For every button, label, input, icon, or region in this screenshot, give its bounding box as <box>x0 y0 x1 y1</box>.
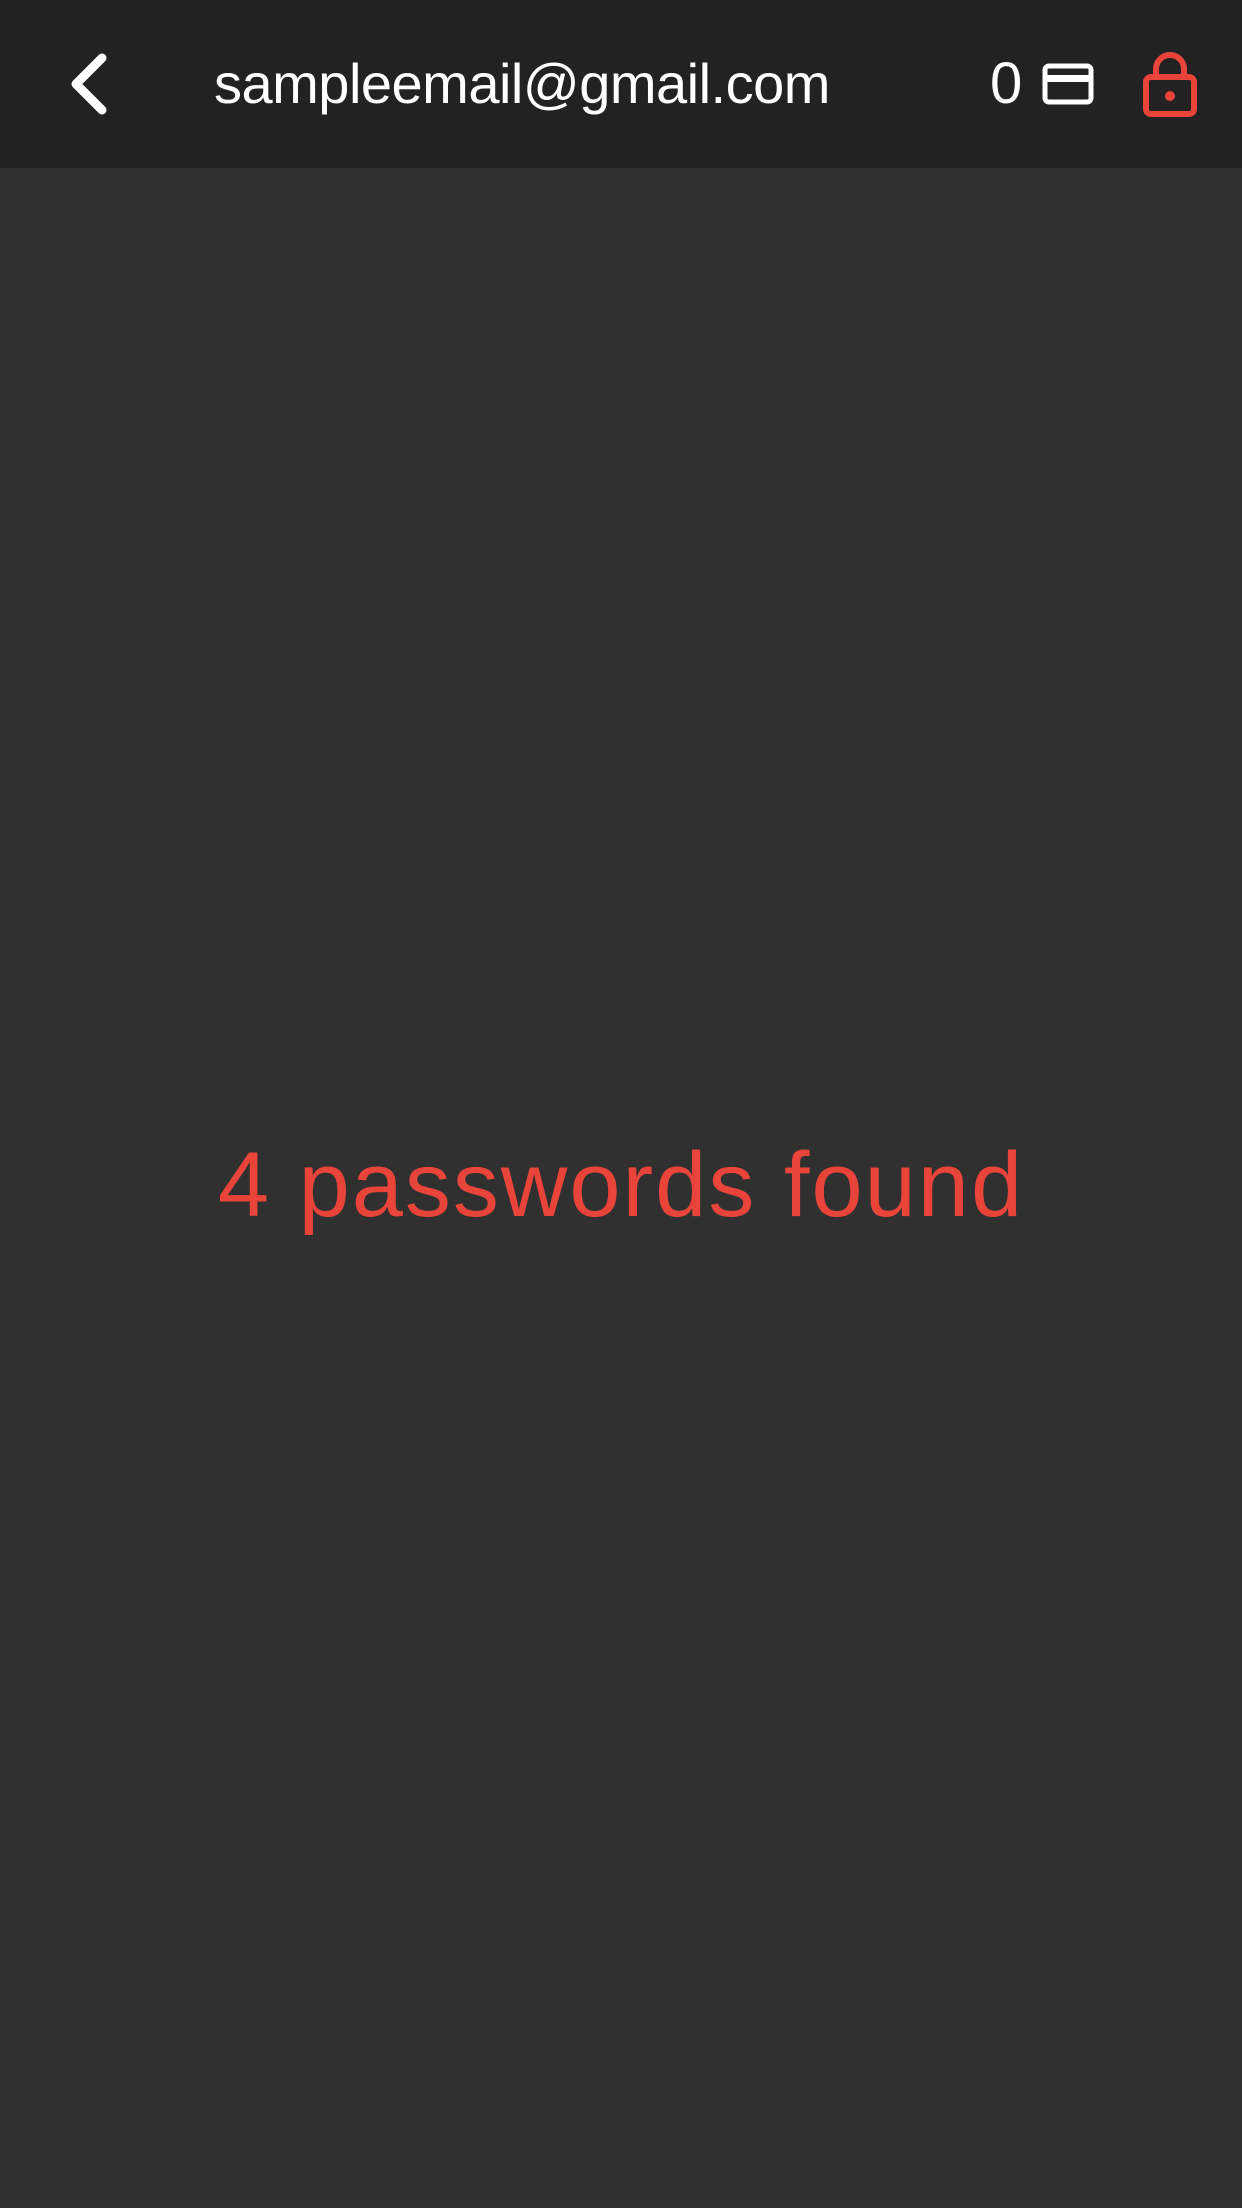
back-button[interactable] <box>44 40 132 128</box>
credit-card-icon <box>1042 63 1094 105</box>
screen: sampleemail@gmail.com 0 4 passwords foun… <box>0 0 1242 2208</box>
passwords-found-status: 4 passwords found <box>217 1134 1025 1236</box>
card-count: 0 <box>990 51 1023 116</box>
lock-icon <box>1143 52 1197 117</box>
cards-button[interactable] <box>1036 46 1100 122</box>
account-email-title: sampleemail@gmail.com <box>214 52 830 115</box>
chevron-left-icon <box>71 53 107 115</box>
top-bar: sampleemail@gmail.com 0 <box>0 0 1242 168</box>
lock-button[interactable] <box>1134 38 1206 130</box>
